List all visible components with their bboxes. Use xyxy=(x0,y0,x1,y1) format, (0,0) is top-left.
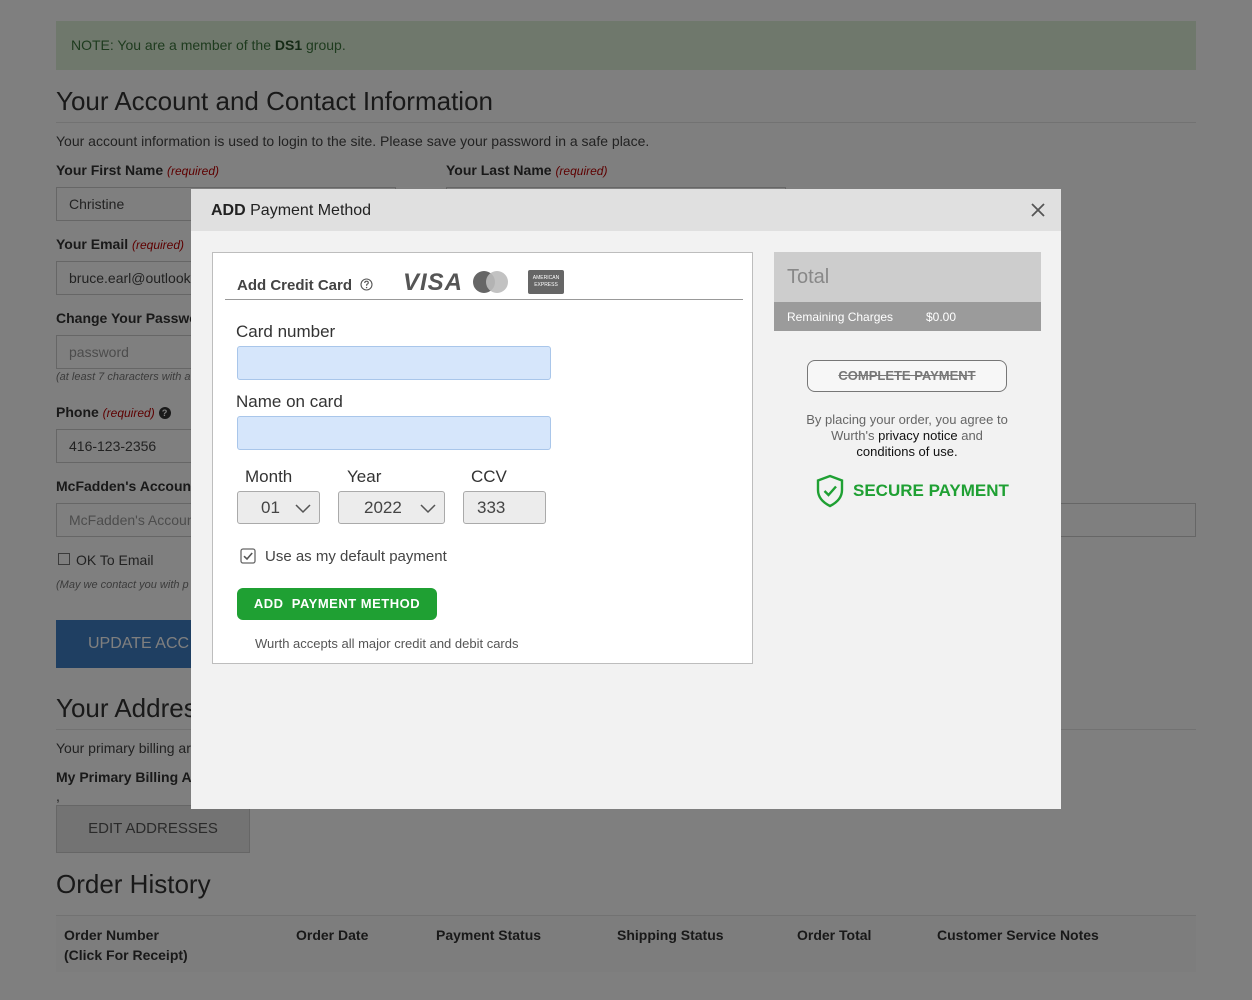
name-on-card-label: Name on card xyxy=(236,392,343,411)
order-total-panel: Total Remaining Charges $0.00 xyxy=(774,252,1041,331)
complete-payment-button[interactable]: COMPLETE PAYMENT xyxy=(807,360,1007,392)
close-icon[interactable] xyxy=(1027,199,1049,221)
shield-check-icon xyxy=(816,474,844,508)
month-select[interactable]: 01 xyxy=(237,491,320,524)
add-payment-modal: ADD Payment Method Add Credit Card VISA … xyxy=(191,189,1061,809)
modal-title-rest: Payment Method xyxy=(250,202,372,219)
mastercard-icon xyxy=(473,271,508,293)
modal-title-bold: ADD xyxy=(211,202,246,219)
remaining-value: $0.00 xyxy=(926,310,957,324)
month-label: Month xyxy=(245,467,293,486)
privacy-notice-link[interactable]: privacy notice xyxy=(878,428,957,443)
default-payment-checkbox[interactable] xyxy=(240,548,256,564)
total-label: Total xyxy=(787,266,830,288)
remaining-row: Remaining Charges $0.00 xyxy=(774,302,1041,331)
agree-line2: Wurth's privacy notice and xyxy=(789,428,1025,444)
accepts-text: Wurth accepts all major credit and debit… xyxy=(255,636,519,651)
ccv-input[interactable]: 333 xyxy=(463,491,546,524)
chevron-down-icon xyxy=(420,504,436,514)
tab-divider xyxy=(225,299,743,300)
default-payment-label: Use as my default payment xyxy=(265,548,447,565)
card-number-label: Card number xyxy=(236,322,336,341)
card-number-input[interactable] xyxy=(237,346,551,380)
add-credit-card-tab[interactable]: Add Credit Card xyxy=(237,277,373,294)
agree-wurths: Wurth's xyxy=(831,428,875,443)
credit-card-form: Add Credit Card VISA AMERICAN EXPRESS Ca… xyxy=(212,252,753,664)
year-value: 2022 xyxy=(364,498,402,517)
month-value: 01 xyxy=(261,498,280,517)
total-header: Total xyxy=(774,252,1041,302)
add-payment-method-button[interactable]: ADD PAYMENT METHOD xyxy=(237,588,437,620)
agree-line1: By placing your order, you agree to xyxy=(806,412,1008,427)
ccv-label: CCV xyxy=(471,467,507,486)
chevron-down-icon xyxy=(295,504,311,514)
modal-title: ADD Payment Method xyxy=(211,189,371,233)
agreement-text: By placing your order, you agree to Wurt… xyxy=(789,412,1025,460)
agree-and: and xyxy=(961,428,983,443)
modal-header: ADD Payment Method xyxy=(191,189,1061,231)
name-on-card-input[interactable] xyxy=(237,416,551,450)
year-label: Year xyxy=(347,467,382,486)
amex-logo: AMERICAN EXPRESS xyxy=(528,270,564,294)
secure-payment-label: SECURE PAYMENT xyxy=(853,481,1009,500)
visa-logo: VISA xyxy=(403,269,464,296)
amex-line1: AMERICAN xyxy=(532,275,560,281)
conditions-of-use-link[interactable]: conditions of use. xyxy=(789,444,1025,460)
amex-line2: EXPRESS xyxy=(534,282,558,288)
remaining-label: Remaining Charges xyxy=(787,310,894,324)
add-credit-card-label: Add Credit Card xyxy=(237,277,353,294)
secure-payment-badge: SECURE PAYMENT xyxy=(815,473,1009,509)
year-select[interactable]: 2022 xyxy=(338,491,445,524)
help-circle-icon[interactable] xyxy=(360,278,373,291)
